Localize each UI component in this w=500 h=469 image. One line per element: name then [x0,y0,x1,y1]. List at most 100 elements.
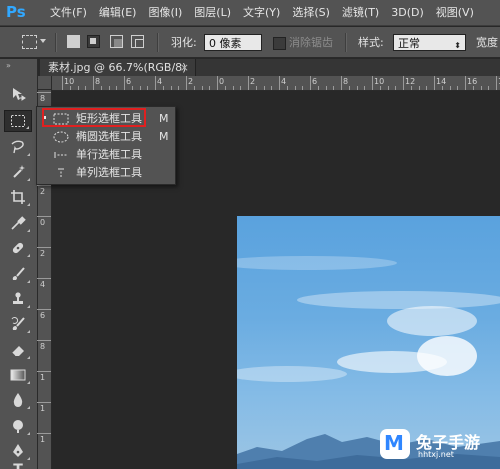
close-tab-icon[interactable]: × [180,59,189,76]
menu-file[interactable]: 文件(F) [44,0,93,26]
ruler-label: 8 [40,94,46,103]
flyout-item-label: 单行选框工具 [76,148,142,161]
options-bar: 羽化: 0 像素 消除锯齿 样式: 正常 ⬍ 宽度 [0,27,500,58]
single-row-marquee-icon [54,152,68,158]
width-label: 宽度 [476,36,498,49]
flyout-item-label: 单列选框工具 [76,166,142,179]
flyout-item-single-column-marquee[interactable]: 单列选框工具 [41,164,173,181]
ruler-minor-tick [170,86,172,90]
menu-view[interactable]: 视图(V) [430,0,480,26]
crop-tool-icon[interactable] [4,186,32,208]
feather-input[interactable]: 0 像素 [204,34,262,51]
ellipse-marquee-icon [53,131,69,143]
ruler-label: 4 [40,280,46,289]
ruler-tick [37,433,51,434]
ruler-tick [155,76,156,90]
ruler-label: 12 [405,77,416,86]
subtract-from-selection-button[interactable] [110,35,123,48]
ruler-tick [372,76,373,90]
flyout-item-label: 椭圆选框工具 [76,130,142,143]
horizontal-ruler[interactable]: 108642024681012141618 [52,76,500,91]
ruler-minor-tick [333,86,335,90]
menu-select[interactable]: 选择(S) [286,0,336,26]
image-cloud [297,291,500,309]
magic-wand-tool-icon[interactable] [4,161,32,183]
image-cloud [237,366,347,382]
ruler-tick [310,76,311,90]
ruler-label: 6 [126,77,132,86]
ruler-minor-tick [325,86,327,90]
menu-3d[interactable]: 3D(D) [385,0,430,26]
menu-edit[interactable]: 编辑(E) [93,0,143,26]
ruler-minor-tick [364,86,366,90]
flyout-item-single-row-marquee[interactable]: 单行选框工具 [41,146,173,163]
gradient-tool-icon[interactable] [4,364,32,386]
ruler-tick [37,402,51,403]
ruler-label: 8 [40,342,46,351]
healing-brush-tool-icon[interactable] [4,237,32,259]
document-tab[interactable]: 素材.jpg @ 66.7%(RGB/8) × [40,59,196,76]
watermark-url: hhtxj.net [418,450,454,459]
watermark-logo [380,429,410,459]
type-tool-icon[interactable]: T [4,463,32,469]
ruler-label: 8 [95,77,101,86]
dodge-tool-icon[interactable] [4,415,32,437]
ruler-minor-tick [224,86,226,90]
menu-type[interactable]: 文字(Y) [237,0,286,26]
ruler-label: 0 [40,218,46,227]
ruler-minor-tick [457,86,459,90]
ruler-origin[interactable] [38,76,52,90]
ruler-label: 8 [343,77,349,86]
flyout-item-ellipse-marquee[interactable]: 椭圆选框工具 M [41,128,173,145]
ruler-tick [37,216,51,217]
pen-tool-icon[interactable] [4,440,32,462]
options-divider [345,33,347,52]
add-to-selection-button[interactable] [87,35,100,48]
options-divider [157,33,159,52]
new-selection-button[interactable] [67,35,80,48]
ruler-label: 10 [64,77,75,86]
antialias-checkbox[interactable] [273,37,286,50]
ruler-minor-tick [418,86,420,90]
ruler-label: 2 [250,77,256,86]
feather-label: 羽化: [171,36,197,49]
ruler-minor-tick [387,86,389,90]
ruler-minor-tick [131,86,133,90]
ruler-tick [37,309,51,310]
ruler-tick [37,185,51,186]
panel-collapse-icon[interactable]: » [6,61,12,70]
single-column-marquee-icon [58,168,64,178]
menu-layer[interactable]: 图层(L) [188,0,237,26]
ruler-minor-tick [85,86,87,90]
eyedropper-tool-icon[interactable] [4,212,32,234]
ruler-label: 10 [374,77,385,86]
clone-stamp-tool-icon[interactable] [4,288,32,310]
style-select[interactable]: 正常 ⬍ [393,34,466,51]
brush-tool-icon[interactable] [4,263,32,285]
ruler-minor-tick [178,86,180,90]
document-tab-title: 素材.jpg @ 66.7%(RGB/8) [48,61,187,74]
menu-image[interactable]: 图像(I) [142,0,188,26]
main-menu: 文件(F) 编辑(E) 图像(I) 图层(L) 文字(Y) 选择(S) 滤镜(T… [44,0,480,26]
blur-tool-icon[interactable] [4,389,32,411]
menu-filter[interactable]: 滤镜(T) [336,0,385,26]
ruler-tick [62,76,63,90]
move-tool-icon[interactable] [4,83,32,105]
tool-preset-marquee-icon[interactable] [22,35,37,49]
antialias-label: 消除锯齿 [289,36,333,49]
tool-preset-dropdown-icon[interactable] [40,39,46,43]
options-divider [55,33,57,52]
tab-strip [196,59,500,76]
ruler-minor-tick [69,86,71,90]
ruler-tick [93,76,94,90]
marquee-tool-icon[interactable] [4,110,32,132]
eraser-tool-icon[interactable] [4,339,32,361]
ruler-minor-tick [255,86,257,90]
ruler-label: 4 [281,77,287,86]
ruler-minor-tick [441,86,443,90]
ruler-label: 2 [40,187,46,196]
lasso-tool-icon[interactable] [4,136,32,158]
intersect-selection-button[interactable] [131,35,144,48]
ruler-minor-tick [147,86,149,90]
history-brush-tool-icon[interactable] [4,313,32,335]
